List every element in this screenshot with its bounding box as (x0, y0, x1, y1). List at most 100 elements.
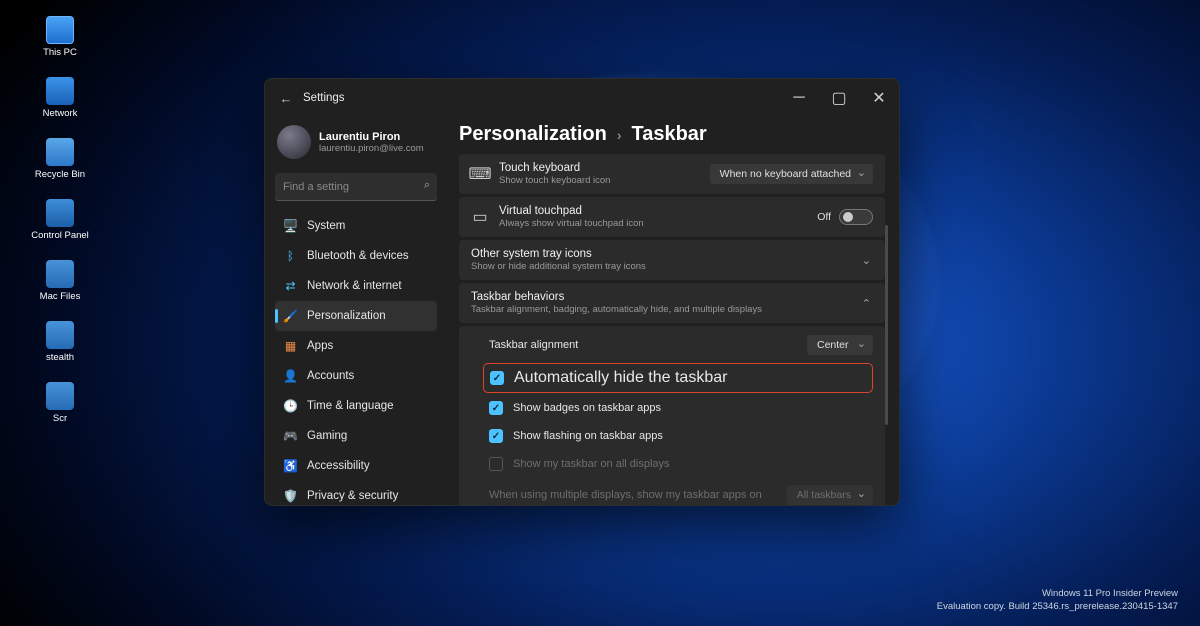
chevron-up-icon: ⌃ (860, 297, 873, 310)
virtual-touchpad-toggle[interactable] (839, 209, 873, 225)
folder-icon (46, 382, 74, 410)
row-title: Touch keyboard (499, 162, 700, 174)
checkbox-flashing[interactable] (489, 429, 503, 443)
icon-label: Mac Files (40, 292, 81, 303)
checkbox-all-displays (489, 457, 503, 471)
row-sub: Always show virtual touchpad icon (499, 218, 807, 229)
nav-item-accounts[interactable]: 👤 Accounts (275, 361, 437, 391)
desktop-icon[interactable]: Mac Files (0, 258, 120, 305)
desktop-icons: This PC Network Recycle Bin Control Panel Ma… (0, 14, 120, 426)
touchpad-icon: ▭ (471, 208, 489, 226)
alignment-dropdown[interactable]: Center (807, 335, 873, 355)
nav-label: Network & internet (307, 280, 402, 292)
titlebar: ← Settings ─ ▢ ✕ (265, 79, 899, 117)
nav-icon: 👤 (283, 369, 298, 384)
watermark-build: Evaluation copy. Build 25346.rs_prerelea… (937, 601, 1178, 614)
keyboard-icon: ⌨ (471, 165, 489, 183)
icon-label: This PC (43, 48, 77, 59)
breadcrumb: Personalization › Taskbar (445, 117, 899, 154)
nav-icon: ᛒ (283, 249, 298, 264)
nav-label: Bluetooth & devices (307, 250, 409, 262)
profile-name: Laurentiu Piron (319, 131, 424, 143)
nav-icon: ♿ (283, 459, 298, 474)
profile[interactable]: Laurentiu Piron laurentiu.piron@live.com (275, 123, 437, 169)
scrollbar[interactable] (885, 225, 888, 425)
back-button[interactable]: ← (275, 87, 297, 109)
row-touch-keyboard[interactable]: ⌨ Touch keyboard Show touch keyboard ico… (459, 154, 885, 194)
chevron-right-icon: › (617, 127, 622, 143)
taskbar-behaviors-block: Taskbar alignment Center Automatically h… (459, 326, 885, 505)
main: Personalization › Taskbar ⌨ Touch keyboa… (445, 117, 899, 505)
checkbox-badges[interactable] (489, 401, 503, 415)
nav-item-network-internet[interactable]: ⇄Network & internet (275, 271, 437, 301)
folder-icon (46, 260, 74, 288)
row-title: Other system tray icons (471, 248, 860, 260)
maximize-button[interactable]: ▢ (819, 79, 859, 117)
row-sub: Taskbar alignment, badging, automaticall… (471, 304, 860, 315)
profile-email: laurentiu.piron@live.com (319, 143, 424, 154)
row-all-displays: Show my taskbar on all displays (459, 450, 885, 478)
nav-label: Gaming (307, 430, 347, 442)
nav-label: Personalization (307, 310, 386, 322)
multi-displays-dropdown: All taskbars (787, 485, 873, 505)
row-badges: Show badges on taskbar apps (459, 394, 885, 422)
highlight-auto-hide: Automatically hide the taskbar (483, 363, 873, 393)
desktop-icon[interactable]: stealth (0, 319, 120, 366)
desktop[interactable]: This PC Network Recycle Bin Control Panel Ma… (0, 0, 1200, 626)
row-multi-displays: When using multiple displays, show my ta… (459, 478, 885, 505)
desktop-icon[interactable]: Scr (0, 380, 120, 427)
nav-item-apps[interactable]: ▦ Apps (275, 331, 437, 361)
desktop-icon[interactable]: Control Panel (0, 197, 120, 244)
nav-label: Accounts (307, 370, 354, 382)
nav-icon: 🕒 (283, 399, 298, 414)
nav-label: System (307, 220, 345, 232)
multi-hint-label: When using multiple displays, show my ta… (489, 489, 777, 501)
window-content: Laurentiu Piron laurentiu.piron@live.com… (265, 117, 899, 505)
icon-label: Control Panel (31, 231, 89, 242)
nav-item-accessibility[interactable]: ♿Accessibility (275, 451, 437, 481)
search-input[interactable] (275, 173, 437, 201)
nav-item-personalization[interactable]: 🖌️Personalization (275, 301, 437, 331)
row-virtual-touchpad[interactable]: ▭ Virtual touchpad Always show virtual t… (459, 197, 885, 237)
window-controls: ─ ▢ ✕ (779, 79, 899, 117)
row-sub: Show or hide additional system tray icon… (471, 261, 860, 272)
row-flashing: Show flashing on taskbar apps (459, 422, 885, 450)
settings-window: ← Settings ─ ▢ ✕ Laurentiu Piron laurent… (264, 78, 900, 506)
touch-keyboard-dropdown[interactable]: When no keyboard attached (710, 164, 873, 184)
watermark: Windows 11 Pro Insider Preview Evaluatio… (937, 588, 1178, 614)
minimize-button[interactable]: ─ (779, 79, 819, 117)
folder-icon (46, 321, 74, 349)
toggle-label: Off (817, 211, 831, 223)
desktop-icon[interactable]: Recycle Bin (0, 136, 120, 183)
checkbox-auto-hide[interactable] (490, 371, 504, 385)
nav-item-bluetooth-devices[interactable]: ᛒ Bluetooth & devices (275, 241, 437, 271)
row-sub: Show touch keyboard icon (499, 175, 700, 186)
desktop-icon[interactable]: Network (0, 75, 120, 122)
nav-label: Time & language (307, 400, 394, 412)
nav-item-system[interactable]: 🖥️System (275, 211, 437, 241)
folder-icon (46, 199, 74, 227)
flashing-label: Show flashing on taskbar apps (513, 430, 873, 442)
nav-item-gaming[interactable]: 🎮 Gaming (275, 421, 437, 451)
nav-icon: 🎮 (283, 429, 298, 444)
desktop-icon[interactable]: This PC (0, 14, 120, 61)
nav-item-privacy-security[interactable]: 🛡️Privacy & security (275, 481, 437, 505)
row-alignment: Taskbar alignment Center (459, 328, 885, 362)
search-wrap: ⌕ (275, 173, 437, 201)
row-title: Taskbar behaviors (471, 291, 860, 303)
row-taskbar-behaviors[interactable]: Taskbar behaviors Taskbar alignment, bad… (459, 283, 885, 323)
sidebar: Laurentiu Piron laurentiu.piron@live.com… (265, 117, 445, 505)
settings-panel[interactable]: ⌨ Touch keyboard Show touch keyboard ico… (445, 154, 899, 505)
nav-icon: 🛡️ (283, 489, 298, 504)
folder-icon (46, 138, 74, 166)
row-other-tray-icons[interactable]: Other system tray icons Show or hide add… (459, 240, 885, 280)
nav-item-time-language[interactable]: 🕒 Time & language (275, 391, 437, 421)
icon-label: Scr (53, 414, 67, 425)
nav-icon: ▦ (283, 339, 298, 354)
breadcrumb-parent[interactable]: Personalization (459, 123, 607, 146)
close-button[interactable]: ✕ (859, 79, 899, 117)
nav-label: Apps (307, 340, 333, 352)
search-icon[interactable]: ⌕ (424, 179, 430, 192)
icon-label: Network (43, 109, 78, 120)
all-displays-label: Show my taskbar on all displays (513, 458, 873, 470)
